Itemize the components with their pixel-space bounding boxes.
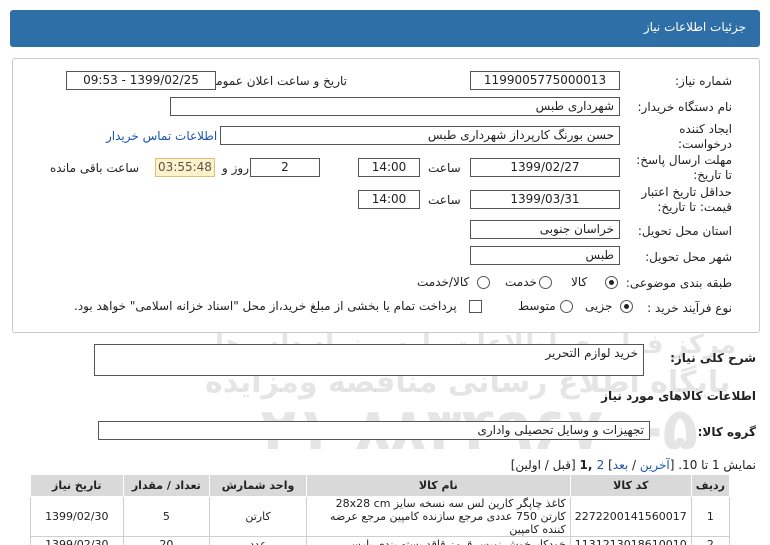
remaining-time-label: ساعت باقی مانده (50, 161, 140, 175)
table-row[interactable]: 1 2272200141560017 کاغذ چاپگر کارین لس س… (30, 496, 731, 537)
table-header-row: ردیف کد کالا نام کالا واحد شمارش تعداد /… (30, 474, 731, 497)
buyer-contact-link[interactable]: اطلاعات تماس خریدار (106, 129, 217, 143)
goods-table: ردیف کد کالا نام کالا واحد شمارش تعداد /… (30, 474, 731, 545)
deadline-label-2: تا تاریخ: (693, 168, 732, 182)
need-number-label: شماره نیاز: (675, 74, 732, 88)
creator-label-1: ایجاد کننده (679, 122, 732, 136)
summary-label: شرح کلی نیاز: (670, 351, 756, 365)
table-row[interactable]: 2 1131213018610010 خودکار خوش نویس قرمز … (30, 536, 731, 545)
cell-unit: کارتن (209, 496, 307, 537)
col-unit: واحد شمارش (209, 474, 307, 497)
deadline-label-1: مهلت ارسال پاسخ: (636, 153, 732, 167)
remaining-time-countdown: 03:55:48 (155, 158, 215, 177)
deadline-time-label: ساعت (428, 161, 461, 175)
col-code: کد کالا (569, 474, 692, 497)
deadline-time-field: 14:00 (358, 158, 420, 177)
category-radio-goods[interactable] (605, 276, 618, 289)
cell-qty: 20 (122, 536, 211, 545)
buyer-label: نام دستگاه خریدار: (637, 100, 733, 114)
cell-name: کاغذ چاپگر کارین لس سه نسخه سایز 28x28 c… (305, 496, 571, 537)
city-field: طبس (470, 246, 620, 265)
category-option-goods-service: کالا/خدمت (417, 275, 470, 289)
process-radio-minor[interactable] (620, 300, 633, 313)
creator-field: حسن بورنگ کارپرداز شهرداری طبس (220, 126, 620, 145)
city-label: شهر محل تحویل: (645, 250, 732, 264)
category-radio-service[interactable] (539, 276, 552, 289)
pagination-next-link[interactable]: بعد (613, 458, 628, 472)
deadline-date-field: 1399/02/27 (470, 158, 620, 177)
province-field: خراسان جنوبی (470, 220, 620, 239)
pagination-sep-1: / (628, 458, 640, 472)
pagination-prefix: نمایش 1 تا 10. [ (669, 458, 756, 472)
page-title: جزئیات اطلاعات نیاز (643, 20, 746, 34)
treasury-note: پرداخت تمام یا بخشی از مبلغ خرید،از محل … (74, 299, 457, 313)
days-remaining-field: 2 (250, 158, 320, 177)
validity-label-2: قیمت: تا تاریخ: (657, 200, 732, 214)
validity-date-field: 1399/03/31 (470, 190, 620, 209)
pagination-last-link[interactable]: آخرین (640, 458, 670, 472)
category-label: طبقه بندی موضوعی: (625, 276, 732, 290)
announce-date-field: 1399/02/25 - 09:53 (66, 71, 216, 90)
process-radio-medium[interactable] (560, 300, 573, 313)
col-date: تاریخ نیاز (30, 474, 124, 497)
process-option-medium: متوسط (518, 299, 556, 313)
col-row: ردیف (690, 474, 731, 497)
buyer-field: شهرداری طبس (170, 97, 620, 116)
category-radio-goods-service[interactable] (477, 276, 490, 289)
category-option-service: خدمت (505, 275, 537, 289)
creator-label-2: درخواست: (678, 137, 732, 151)
cell-code: 2272200141560017 (569, 496, 692, 537)
process-label: نوع فرآیند خرید : (647, 301, 732, 315)
need-number-field: 1199005775000013 (470, 71, 620, 90)
category-option-goods: کالا (571, 275, 588, 289)
announce-label: تاریخ و ساعت اعلان عمومی: (202, 74, 347, 88)
goods-group-label: گروه کالا: (697, 425, 756, 439)
pagination-page-1: ,1 (579, 458, 597, 472)
validity-time-field: 14:00 (358, 190, 420, 209)
cell-code: 1131213018610010 (569, 536, 692, 545)
pagination-sep-2: ] (604, 458, 613, 472)
goods-group-field: تجهیزات و وسایل تحصیلی واداری (98, 421, 650, 440)
cell-unit: عدد (209, 536, 307, 545)
col-qty: تعداد / مقدار (122, 474, 211, 497)
cell-row: 1 (690, 496, 731, 537)
cell-row: 2 (690, 536, 731, 545)
cell-date: 1399/02/30 (30, 496, 124, 537)
validity-time-label: ساعت (428, 193, 461, 207)
validity-label-1: حداقل تاریخ اعتبار (641, 185, 732, 199)
col-name: نام کالا (305, 474, 571, 497)
cell-qty: 5 (122, 496, 211, 537)
page-header: جزئیات اطلاعات نیاز (10, 10, 760, 47)
pagination-suffix: [قبل / اولین] (510, 458, 580, 472)
days-label: روز و (222, 161, 249, 175)
cell-name: خودکار خوش نویس قرمز قاقد بسته بندی پارس (305, 536, 571, 545)
cell-date: 1399/02/30 (30, 536, 124, 545)
treasury-checkbox[interactable] (469, 300, 482, 313)
goods-info-title: اطلاعات کالاهای مورد نیاز (601, 389, 756, 403)
province-label: استان محل تحویل: (637, 224, 732, 238)
pagination: نمایش 1 تا 10. [آخرین / بعد] 2 ,1 [قبل /… (511, 458, 756, 472)
process-option-minor: جزیی (585, 299, 613, 313)
summary-field: خرید لوازم التحریر (94, 344, 644, 376)
